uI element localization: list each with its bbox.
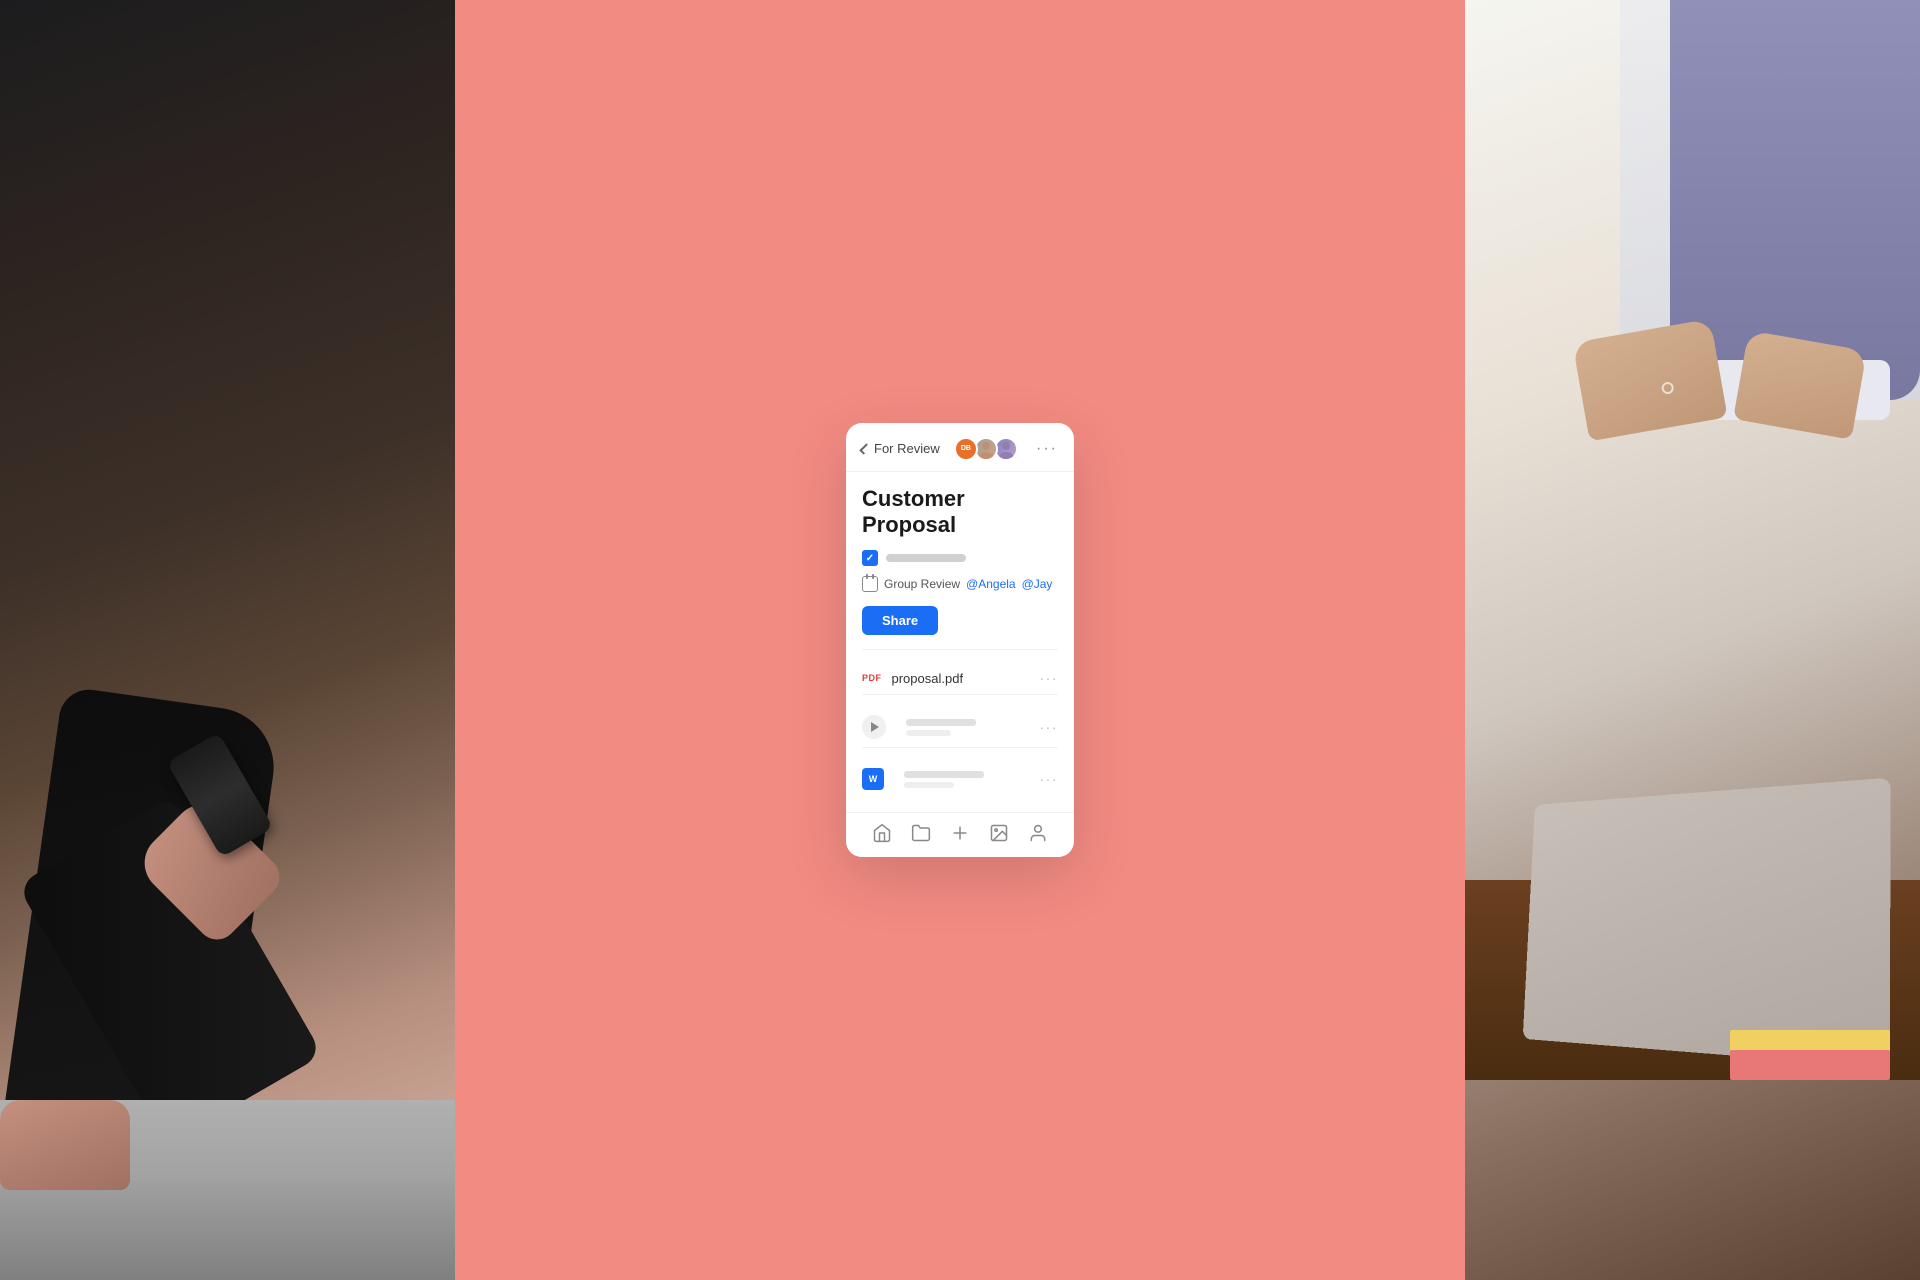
left-laptop-keyboard — [0, 1180, 455, 1280]
checkmark-icon: ✓ — [866, 553, 874, 564]
bottom-navigation — [846, 812, 1074, 857]
avatars-group: DB — [958, 437, 1018, 461]
avatar-db-initials: DB — [961, 445, 971, 452]
back-button[interactable]: For Review — [862, 441, 940, 456]
nav-add-button[interactable] — [950, 823, 970, 843]
calendar-icon — [862, 576, 878, 592]
divider-3 — [862, 747, 1058, 748]
group-review-label: Group Review — [884, 577, 960, 591]
play-button[interactable] — [862, 715, 886, 739]
right-hand-1 — [1572, 319, 1727, 442]
card-header: For Review DB — [846, 423, 1074, 472]
right-hands-scene — [1540, 320, 1890, 470]
file-row-video: ··· — [862, 707, 1058, 747]
right-book-yellow — [1730, 1030, 1890, 1052]
checkbox-row: ✓ — [862, 550, 1058, 566]
left-other-hand — [0, 1100, 130, 1190]
right-hand-2 — [1733, 330, 1867, 439]
file-info-word: W — [862, 768, 984, 790]
pdf-filename[interactable]: proposal.pdf — [892, 671, 964, 686]
more-dots: ··· — [1036, 440, 1058, 457]
mention-jay[interactable]: @Jay — [1022, 577, 1053, 591]
video-title-placeholder — [906, 719, 976, 726]
video-more-button[interactable]: ··· — [1040, 719, 1059, 735]
right-panel — [1465, 0, 1920, 1280]
word-metadata — [904, 771, 984, 788]
card-body: Customer Proposal ✓ Group Review @Angela… — [846, 472, 1074, 813]
mention-angela[interactable]: @Angela — [966, 577, 1016, 591]
mobile-card: For Review DB — [846, 423, 1074, 858]
word-icon: W — [862, 768, 884, 790]
back-label: For Review — [874, 441, 940, 456]
group-review-row: Group Review @Angela @Jay — [862, 576, 1058, 592]
pdf-badge: PDF — [862, 673, 882, 683]
nav-profile-button[interactable] — [1028, 823, 1048, 843]
play-icon — [871, 722, 879, 732]
document-title: Customer Proposal — [862, 486, 1058, 539]
video-metadata — [906, 719, 976, 736]
right-laptop — [1523, 778, 1891, 1069]
file-row-word: W ··· — [862, 760, 1058, 798]
word-title-placeholder — [904, 771, 984, 778]
word-subtitle-placeholder — [904, 782, 954, 788]
file-info-pdf: PDF proposal.pdf — [862, 671, 963, 686]
checkbox[interactable]: ✓ — [862, 550, 878, 566]
right-book-pink — [1730, 1050, 1890, 1080]
word-more-button[interactable]: ··· — [1040, 771, 1059, 787]
left-panel — [0, 0, 455, 1280]
nav-folder-button[interactable] — [911, 823, 931, 843]
pdf-more-button[interactable]: ··· — [1040, 670, 1059, 686]
share-button[interactable]: Share — [862, 606, 938, 635]
more-options-button[interactable]: ··· — [1036, 440, 1058, 458]
checkbox-label-placeholder — [886, 554, 966, 562]
video-subtitle-placeholder — [906, 730, 951, 736]
file-row-pdf: PDF proposal.pdf ··· — [862, 662, 1058, 694]
avatar-db: DB — [954, 437, 978, 461]
nav-home-button[interactable] — [872, 823, 892, 843]
divider — [862, 649, 1058, 650]
divider-2 — [862, 694, 1058, 695]
center-panel: For Review DB — [455, 0, 1465, 1280]
file-info-video — [862, 715, 976, 739]
ring-accessory — [1660, 380, 1675, 395]
back-chevron-icon — [859, 443, 870, 454]
nav-gallery-button[interactable] — [989, 823, 1009, 843]
